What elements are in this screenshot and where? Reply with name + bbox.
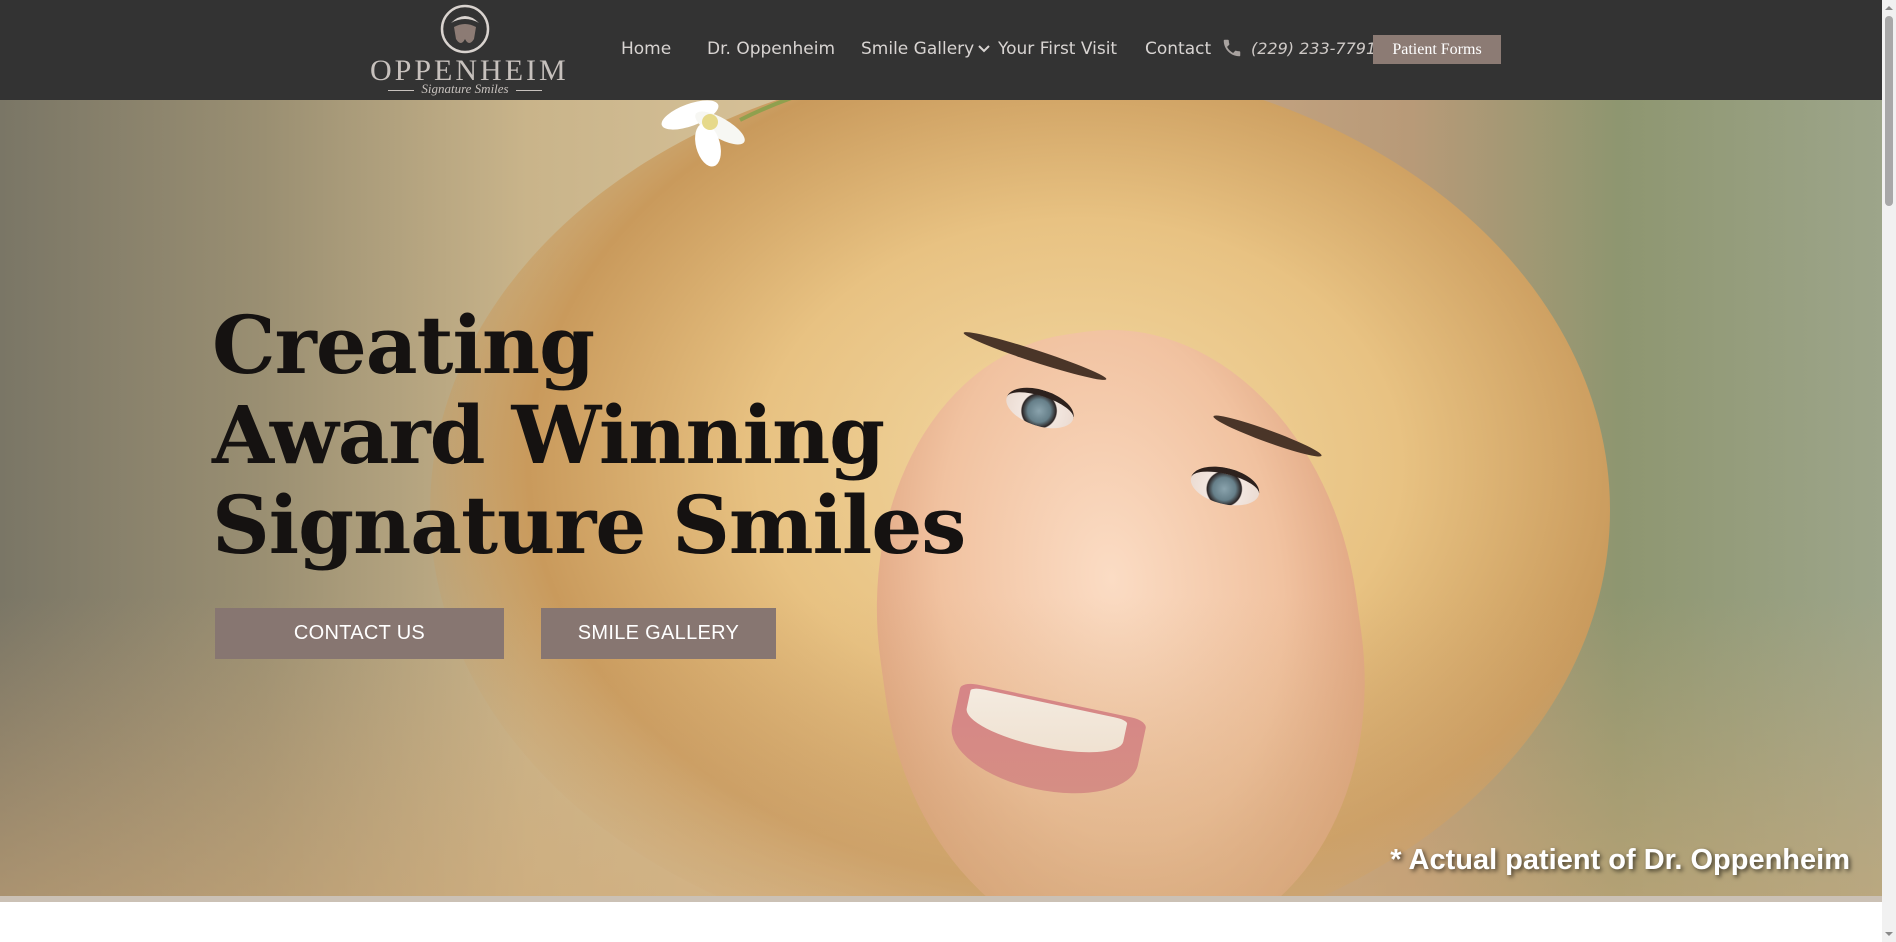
hero-headline-line: Signature Smiles bbox=[212, 478, 966, 572]
main-nav: Home Dr. Oppenheim Smile Gallery Your Fi… bbox=[0, 0, 1896, 100]
nav-contact[interactable]: Contact bbox=[1145, 38, 1211, 60]
section-divider bbox=[0, 896, 1882, 902]
nav-first-visit[interactable]: Your First Visit bbox=[998, 38, 1117, 60]
chevron-down-icon bbox=[978, 45, 990, 53]
hero-headline: Creating Award Winning Signature Smiles bbox=[212, 298, 966, 572]
nav-home[interactable]: Home bbox=[621, 38, 671, 60]
scroll-down-icon[interactable] bbox=[1885, 930, 1893, 938]
page-scrollbar[interactable] bbox=[1882, 0, 1896, 942]
phone-icon bbox=[1223, 39, 1241, 57]
patient-forms-button[interactable]: Patient Forms bbox=[1373, 35, 1501, 64]
scroll-up-icon[interactable] bbox=[1885, 4, 1893, 12]
hero-section: Creating Award Winning Signature Smiles … bbox=[0, 100, 1882, 896]
hero-headline-line: Creating bbox=[212, 298, 595, 392]
nav-dr-oppenheim[interactable]: Dr. Oppenheim bbox=[707, 38, 835, 60]
site-header: OPPENHEIM Signature Smiles Home Dr. Oppe… bbox=[0, 0, 1896, 100]
flower-image bbox=[661, 100, 792, 167]
phone-number[interactable]: (229) 233-7791 bbox=[1251, 39, 1376, 58]
patient-disclaimer: * Actual patient of Dr. Oppenheim bbox=[1390, 844, 1850, 876]
scrollbar-thumb[interactable] bbox=[1885, 16, 1893, 206]
contact-us-button[interactable]: CONTACT US bbox=[215, 608, 504, 659]
nav-smile-gallery-label: Smile Gallery bbox=[861, 39, 975, 59]
smile-gallery-button[interactable]: SMILE GALLERY bbox=[541, 608, 776, 659]
nav-smile-gallery[interactable]: Smile Gallery bbox=[861, 38, 990, 60]
hero-headline-line: Award Winning bbox=[212, 388, 885, 482]
